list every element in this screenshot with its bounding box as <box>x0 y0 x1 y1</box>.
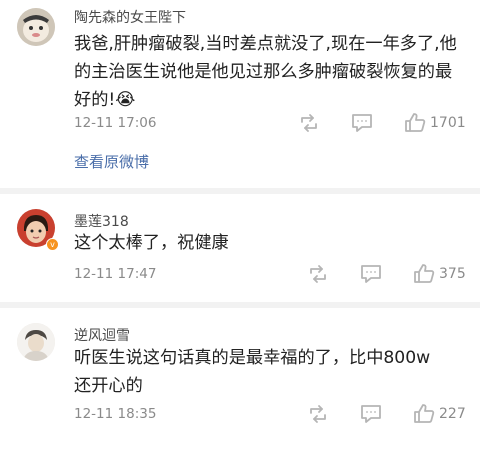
repost-icon[interactable] <box>298 113 320 137</box>
repost-icon[interactable] <box>307 404 329 428</box>
user-avatar[interactable] <box>17 8 55 46</box>
comment-icon[interactable] <box>360 264 382 288</box>
username[interactable]: 陶先森的女王陛下 <box>74 7 186 27</box>
like-count: 1701 <box>430 115 466 131</box>
comment-text: 这个太棒了，祝健康 <box>74 233 229 253</box>
comment-icon[interactable] <box>360 404 382 428</box>
thumbs-up-icon[interactable] <box>413 263 435 288</box>
thumbs-up-icon[interactable] <box>404 112 426 137</box>
like-count: 375 <box>439 266 466 282</box>
repost-icon[interactable] <box>307 264 329 288</box>
timestamp: 12-11 17:06 <box>74 115 157 131</box>
view-original-weibo-link[interactable]: 查看原微博 <box>74 151 149 172</box>
username[interactable]: 墨莲318 <box>74 211 129 231</box>
like-count: 227 <box>439 406 466 422</box>
comment-text: 我爸,肝肿瘤破裂,当时差点就没了,现在一年多了,他的主治医生说他是他见过那么多肿… <box>74 34 457 110</box>
comment-text: 听医生说这句话真的是最幸福的了，比中800w还开心的 <box>74 348 431 396</box>
verified-badge-icon: v <box>46 238 59 251</box>
user-avatar[interactable] <box>17 323 55 361</box>
comment-icon[interactable] <box>351 113 373 137</box>
username[interactable]: 逆风迴雪 <box>74 325 130 345</box>
thumbs-up-icon[interactable] <box>413 403 435 428</box>
timestamp: 12-11 17:47 <box>74 266 157 282</box>
timestamp: 12-11 18:35 <box>74 406 157 422</box>
